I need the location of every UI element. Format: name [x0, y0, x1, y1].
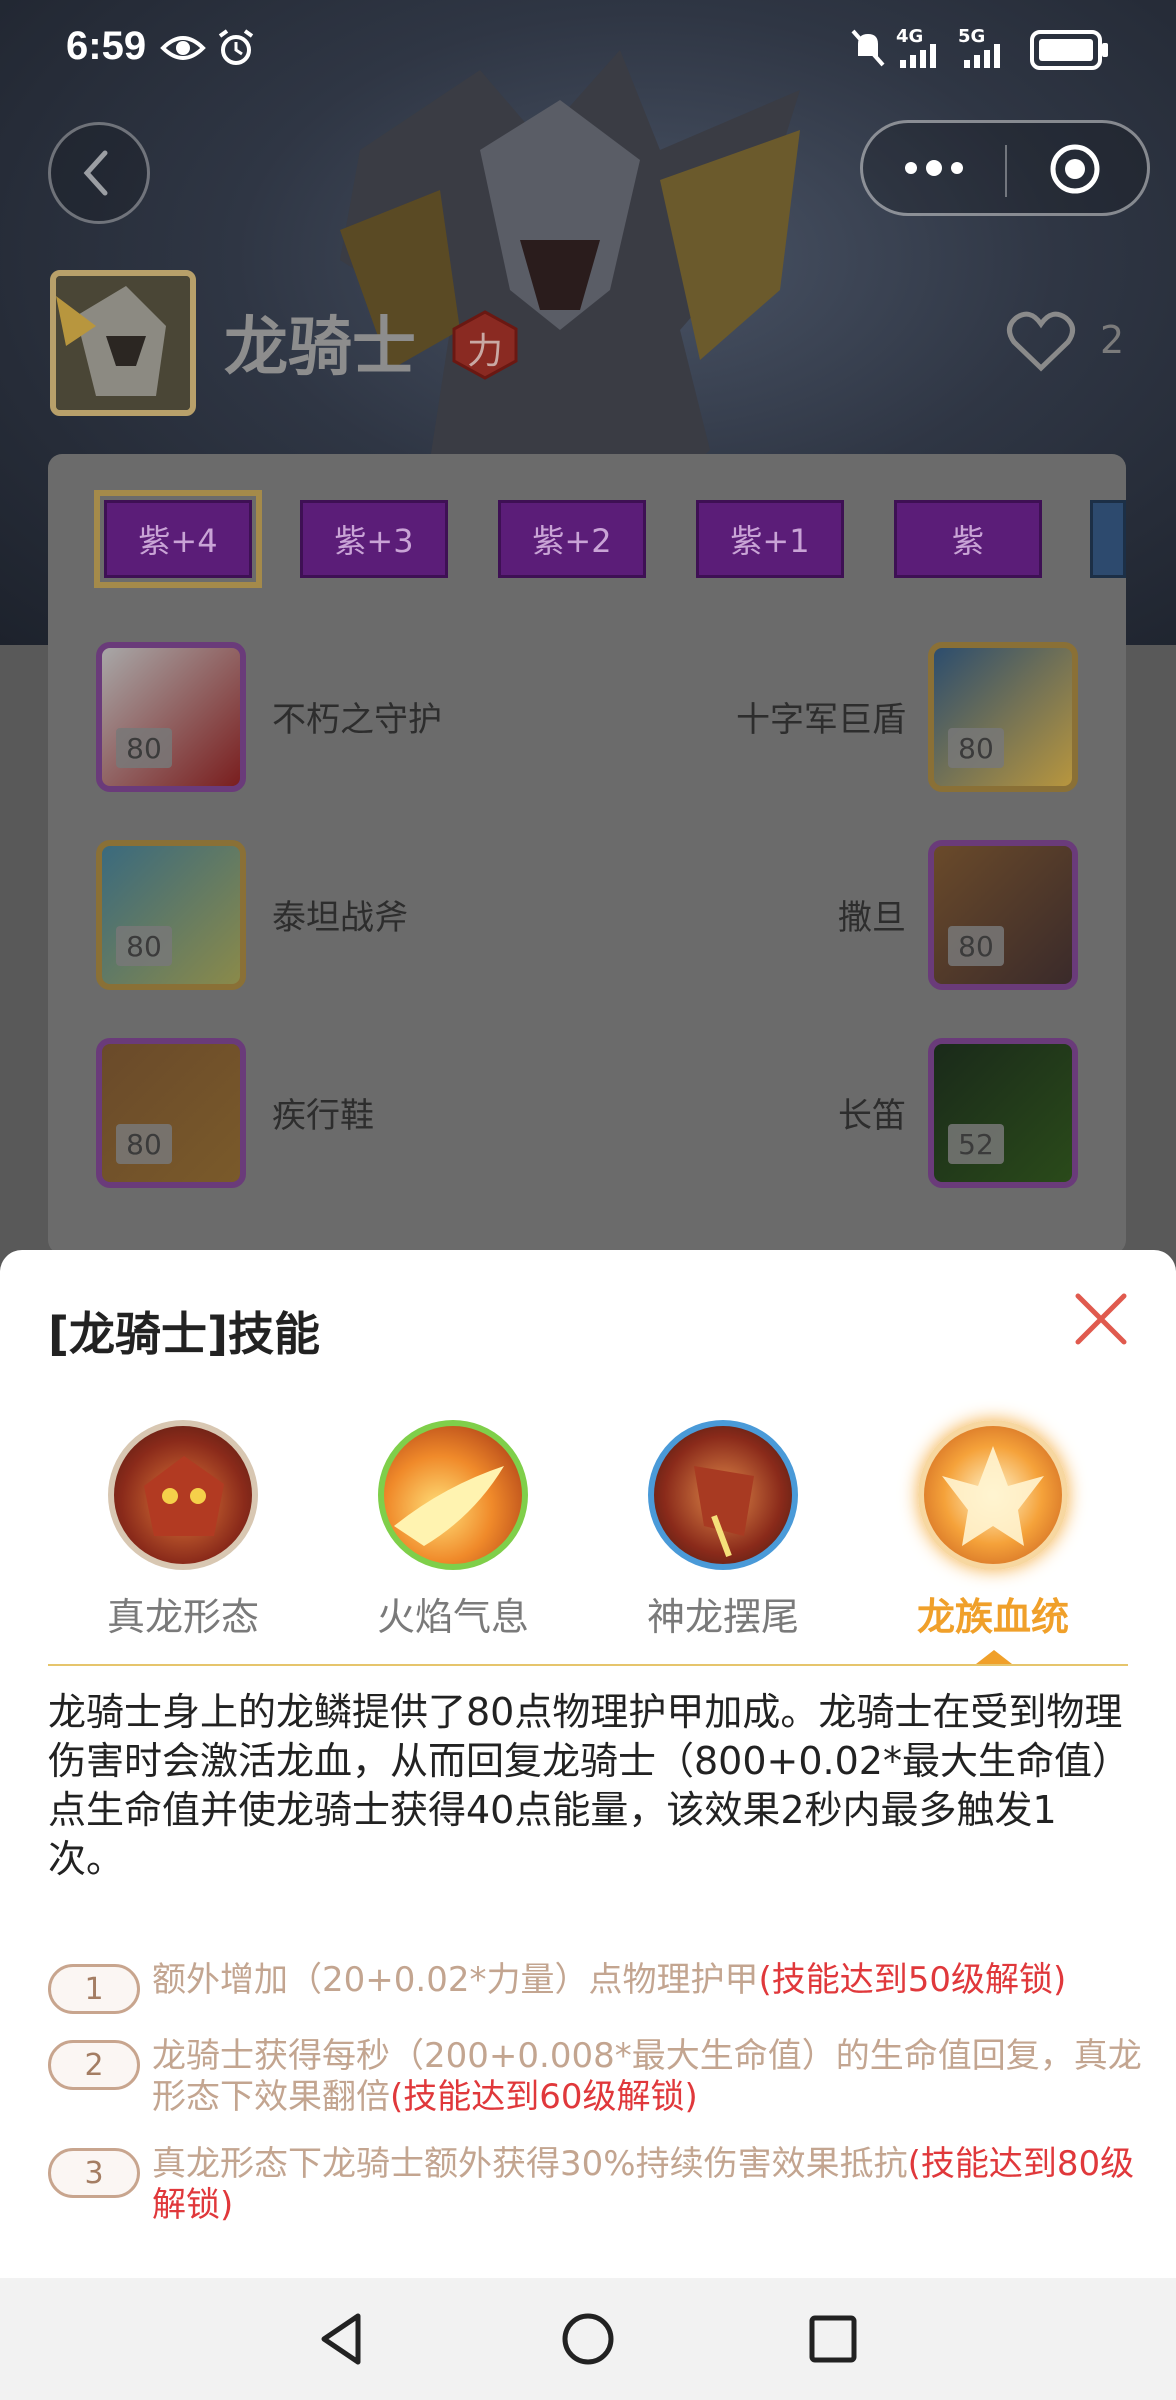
equipment-row: 80 不朽之守护 十字军巨盾 80 — [48, 642, 1126, 792]
capsule-divider — [1005, 145, 1007, 197]
dragon-blood-icon — [918, 1420, 1068, 1570]
more-dots-icon[interactable] — [899, 145, 969, 191]
skill-tab-true-dragon-form[interactable]: 真龙形态 — [78, 1420, 288, 1660]
grade-tab-purple-4[interactable]: 紫+4 — [94, 490, 262, 588]
bonus-text: 额外增加（20+0.02*力量）点物理护甲(技能达到50级解锁) — [152, 1960, 1142, 2001]
grade-tab-purple-2[interactable]: 紫+2 — [498, 500, 646, 578]
eye-icon — [160, 36, 206, 60]
grade-tab-purple-1[interactable]: 紫+1 — [696, 500, 844, 578]
signal-icon — [900, 44, 936, 68]
nav-recents-icon[interactable] — [800, 2306, 866, 2372]
close-icon[interactable] — [1072, 1290, 1130, 1348]
grade-tab-label: 紫+2 — [532, 522, 612, 560]
equipment-item-icon[interactable]: 80 — [96, 642, 246, 792]
equipment-item-icon[interactable]: 80 — [928, 840, 1078, 990]
grade-tab-purple[interactable]: 紫 — [894, 500, 1042, 578]
equipment-item-icon[interactable]: 80 — [928, 642, 1078, 792]
sheet-title: [龙骑士]技能 — [48, 1307, 321, 1361]
bonus-number: 3 — [48, 2148, 140, 2198]
grade-tab-label: 紫+1 — [730, 522, 810, 560]
bonus-unlock-requirement: (技能达到60级解锁) — [390, 2077, 698, 2117]
hero-portrait-image — [56, 276, 190, 410]
tab-divider — [48, 1664, 1128, 1666]
equipment-item-icon[interactable]: 80 — [96, 1038, 246, 1188]
equipment-item-icon[interactable]: 52 — [928, 1038, 1078, 1188]
hero-name: 龙骑士 — [224, 311, 416, 385]
equipment-name: 不朽之守护 — [272, 700, 442, 740]
hero-avatar — [50, 270, 196, 416]
equipment-panel: 紫+4 紫+3 紫+2 紫+1 紫 80 不朽之守护 十字军巨盾 80 80 泰… — [48, 454, 1126, 1254]
nav-home-icon[interactable] — [555, 2306, 621, 2372]
equipment-name: 撒旦 — [838, 898, 906, 938]
equipment-level: 80 — [948, 728, 1004, 768]
bonus-unlock-requirement: (技能达到50级解锁) — [758, 1960, 1067, 2000]
skill-tab-flame-breath[interactable]: 火焰气息 — [348, 1420, 558, 1660]
grade-tab-next-partial[interactable] — [1090, 500, 1126, 578]
equipment-level: 80 — [116, 728, 172, 768]
bonus-effect: 真龙形态下龙骑士额外获得30%持续伤害效果抵抗 — [152, 2144, 908, 2184]
skill-tab-label: 火焰气息 — [376, 1595, 529, 1639]
bonus-number: 1 — [48, 1964, 140, 2014]
status-bar: 6:59 4G 5G — [0, 0, 1176, 100]
strength-attribute-badge: 力 — [450, 310, 520, 380]
battery-icon — [1030, 30, 1108, 70]
back-button[interactable] — [48, 122, 150, 224]
skill-tab-dragon-tail[interactable]: 神龙摆尾 — [618, 1420, 828, 1660]
skill-tab-label: 神龙摆尾 — [646, 1595, 799, 1639]
system-nav-bar — [0, 2278, 1176, 2400]
attribute-label: 力 — [466, 331, 503, 372]
grade-tab-label: 紫+4 — [138, 522, 218, 560]
like-count: 2 — [1100, 318, 1125, 362]
skill-tab-dragon-blood[interactable]: 龙族血统 — [888, 1420, 1098, 1660]
equipment-name: 长笛 — [838, 1096, 906, 1136]
grade-tab-label: 紫+3 — [334, 522, 414, 560]
bonus-text: 龙骑士获得每秒（200+0.008*最大生命值）的生命值回复，真龙形态下效果翻倍… — [152, 2036, 1142, 2118]
dragon-head-icon — [108, 1420, 258, 1570]
skill-sheet: [龙骑士]技能 真龙形态 火焰气息 神龙摆尾 龙族血统 龙骑士身上的龙鳞提供了8… — [0, 1250, 1176, 2278]
grade-tab-label: 紫 — [951, 522, 984, 560]
equipment-level: 80 — [948, 926, 1004, 966]
skill-tab-label: 真龙形态 — [106, 1595, 259, 1639]
equipment-item-icon[interactable]: 80 — [96, 840, 246, 990]
equipment-name: 泰坦战斧 — [272, 898, 408, 938]
signal-icon-2 — [964, 44, 1000, 68]
mini-program-capsule — [860, 120, 1150, 216]
equipment-level: 52 — [948, 1124, 1004, 1164]
skill-tab-label: 龙族血统 — [916, 1595, 1069, 1639]
equipment-name: 十字军巨盾 — [736, 700, 906, 740]
mute-bell-icon — [851, 29, 885, 67]
equipment-level: 80 — [116, 1124, 172, 1164]
status-time: 6:59 — [66, 24, 147, 68]
alarm-icon — [218, 29, 254, 65]
bonus-text: 真龙形态下龙骑士额外获得30%持续伤害效果抵抗(技能达到80级解锁) — [152, 2144, 1142, 2226]
nav-back-icon[interactable] — [310, 2306, 376, 2372]
equipment-name: 疾行鞋 — [272, 1096, 374, 1136]
flame-breath-icon — [378, 1420, 528, 1570]
active-tab-indicator — [976, 1650, 1012, 1664]
grade-tab-purple-3[interactable]: 紫+3 — [300, 500, 448, 578]
equipment-level: 80 — [116, 926, 172, 966]
bonus-number: 2 — [48, 2040, 140, 2090]
bonus-effect: 额外增加（20+0.02*力量）点物理护甲 — [152, 1960, 759, 2000]
dragon-tail-icon — [648, 1420, 798, 1570]
equipment-row: 80 疾行鞋 长笛 52 — [48, 1038, 1126, 1188]
target-icon[interactable] — [1049, 143, 1101, 195]
heart-icon[interactable] — [1006, 310, 1076, 374]
skill-description: 龙骑士身上的龙鳞提供了80点物理护甲加成。龙骑士在受到物理伤害时会激活龙血，从而… — [48, 1690, 1123, 1881]
equipment-row: 80 泰坦战斧 撒旦 80 — [48, 840, 1126, 990]
chevron-left-icon — [83, 150, 108, 196]
